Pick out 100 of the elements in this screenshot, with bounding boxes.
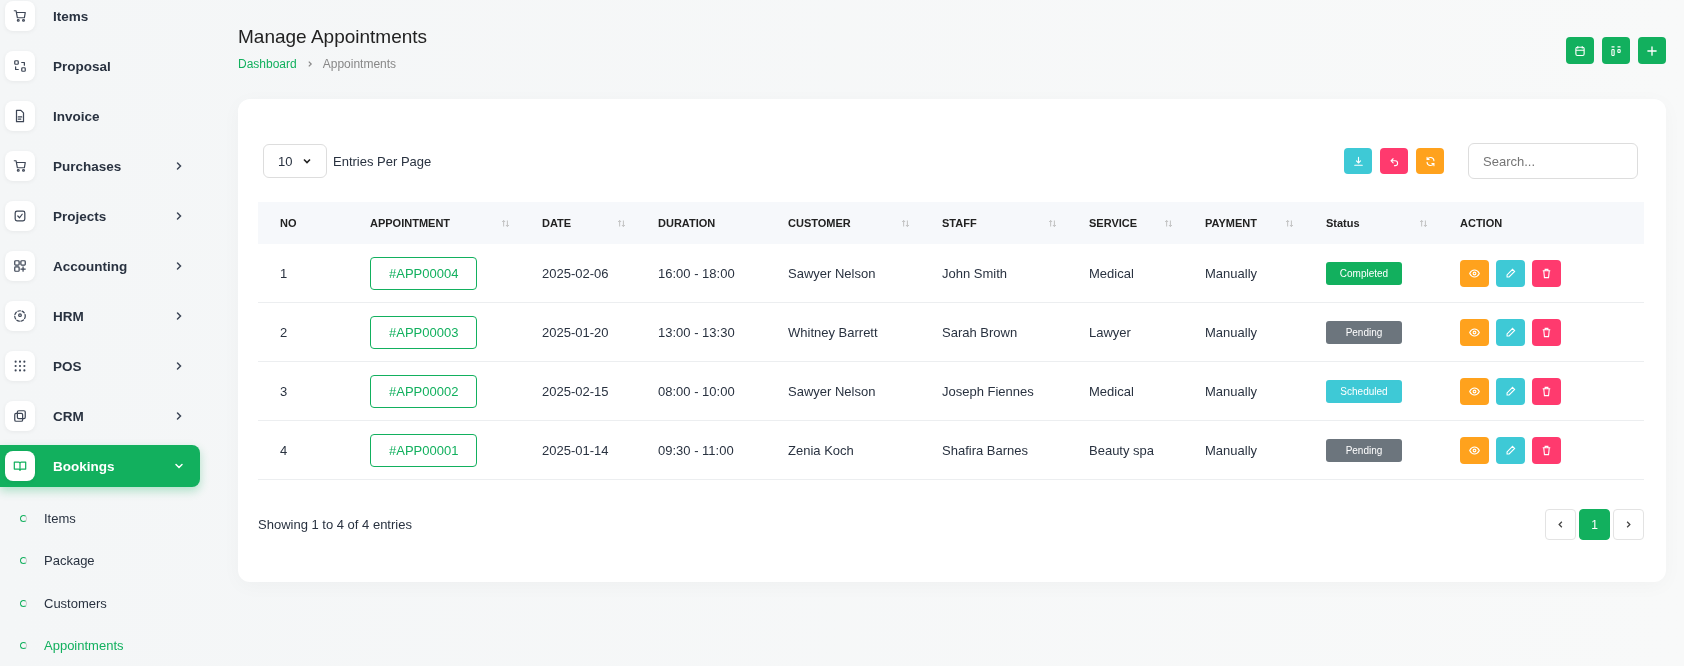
table-cell: 2025-02-06 <box>542 265 609 281</box>
refresh-button[interactable] <box>1416 148 1444 174</box>
edit-button[interactable] <box>1496 436 1525 464</box>
table-cell: Sarah Brown <box>942 324 1018 340</box>
sort-icon[interactable] <box>1419 218 1428 228</box>
refresh-icon <box>1424 155 1436 167</box>
edit-button[interactable] <box>1496 318 1525 346</box>
add-button[interactable] <box>1638 37 1666 64</box>
table-cell: Manually <box>1205 324 1258 340</box>
eye-icon <box>1469 326 1480 338</box>
edit-button[interactable] <box>1496 377 1525 405</box>
sidebar-item[interactable]: Accounting <box>0 245 200 287</box>
view-button[interactable] <box>1460 377 1489 405</box>
column-header: STAFF <box>942 217 977 229</box>
table-cell: Zenia Koch <box>788 442 854 458</box>
table-cell: 16:00 - 18:00 <box>658 265 735 281</box>
column-header: NO <box>280 217 297 229</box>
search-field[interactable]: Search... <box>1468 143 1638 179</box>
delete-button[interactable] <box>1532 377 1561 405</box>
submenu-item[interactable]: Package <box>0 539 200 582</box>
sidebar-item[interactable]: Purchases <box>0 145 200 187</box>
calendar-button[interactable] <box>1566 37 1594 64</box>
sidebar-item[interactable]: Projects <box>0 195 200 237</box>
delete-button[interactable] <box>1532 436 1561 464</box>
table-cell: John Smith <box>942 265 1008 281</box>
table-cell: 2025-02-15 <box>542 383 609 399</box>
table-cell: Manually <box>1205 383 1258 399</box>
table-cell: Lawyer <box>1089 324 1131 340</box>
page-title: Manage Appointments <box>238 26 428 48</box>
table-cell: Medical <box>1089 265 1134 281</box>
delete-button[interactable] <box>1532 259 1561 287</box>
view-button[interactable] <box>1460 259 1489 287</box>
sidebar-item[interactable]: CRM <box>0 395 200 437</box>
download-button[interactable] <box>1344 148 1372 174</box>
view-button[interactable] <box>1460 318 1489 346</box>
breadcrumb-item: Appointments <box>322 57 397 71</box>
column-header: APPOINTMENT <box>370 217 451 229</box>
page-size-select[interactable]: 10 <box>263 144 327 178</box>
delete-button[interactable] <box>1532 318 1561 346</box>
undo-button[interactable] <box>1380 148 1408 174</box>
table-cell: 2 <box>280 324 288 340</box>
status-badge: Completed <box>1326 261 1402 285</box>
previous-page-button[interactable] <box>1545 509 1576 540</box>
table-cell: Manually <box>1205 265 1258 281</box>
status-badge: Scheduled <box>1326 379 1402 403</box>
pencil-icon <box>1505 326 1516 338</box>
chevron-icon <box>174 161 184 171</box>
entries-summary: Showing 1 to 4 of 4 entries <box>258 517 412 532</box>
chevron-icon <box>174 461 184 471</box>
sort-icon[interactable] <box>501 218 510 228</box>
sort-icon[interactable] <box>901 218 910 228</box>
undo-icon <box>1388 155 1400 167</box>
sidebar-item[interactable]: Invoice <box>0 95 200 137</box>
next-page-button[interactable] <box>1613 509 1644 540</box>
submenu-item[interactable]: Customers <box>0 582 200 625</box>
plus-icon <box>1646 44 1658 57</box>
table-cell: 13:00 - 13:30 <box>658 324 735 340</box>
board-icon <box>1610 44 1622 57</box>
chevron-icon <box>174 311 184 321</box>
table-cell: 3 <box>280 383 288 399</box>
chevron-icon <box>302 156 312 166</box>
trash-icon <box>1541 385 1552 397</box>
table-cell: Shafira Barnes <box>942 442 1028 458</box>
table-cell: Medical <box>1089 383 1134 399</box>
column-header: SERVICE <box>1089 217 1138 229</box>
sidebar-item[interactable]: HRM <box>0 295 200 337</box>
sort-icon[interactable] <box>617 218 626 228</box>
trash-icon <box>1541 326 1552 338</box>
edit-button[interactable] <box>1496 259 1525 287</box>
view-button[interactable] <box>1460 436 1489 464</box>
download-icon <box>1352 155 1364 167</box>
table-cell: Sawyer Nelson <box>788 265 876 281</box>
sort-icon[interactable] <box>1285 218 1294 228</box>
eye-icon <box>1469 267 1480 279</box>
table-cell: Sawyer Nelson <box>788 383 876 399</box>
table-cell: 2025-01-14 <box>542 442 609 458</box>
chevron-icon <box>174 261 184 271</box>
pencil-icon <box>1505 385 1516 397</box>
sort-icon[interactable] <box>1048 218 1057 228</box>
chevron-right-icon <box>1624 520 1633 529</box>
column-header: PAYMENT <box>1205 217 1257 229</box>
column-header: ACTION <box>1460 217 1503 229</box>
column-header: DURATION <box>658 217 716 229</box>
sidebar-item[interactable]: POS <box>0 345 200 387</box>
sidebar-item[interactable]: Proposal <box>0 45 200 87</box>
column-header: CUSTOMER <box>788 217 851 229</box>
table-cell: 1 <box>280 265 288 281</box>
status-badge: Pending <box>1326 438 1402 462</box>
status-badge: Pending <box>1326 320 1402 344</box>
table-cell: Whitney Barrett <box>788 324 878 340</box>
trash-icon <box>1541 267 1552 279</box>
eye-icon <box>1469 385 1480 397</box>
eye-icon <box>1469 444 1480 456</box>
submenu-item[interactable]: Items <box>0 497 200 540</box>
chevron-icon <box>174 411 184 421</box>
entries-label: Entries Per Page <box>333 153 432 169</box>
sidebar-item[interactable]: Items <box>0 0 200 37</box>
trash-icon <box>1541 444 1552 456</box>
sort-icon[interactable] <box>1164 218 1173 228</box>
board-view-button[interactable] <box>1602 37 1630 64</box>
